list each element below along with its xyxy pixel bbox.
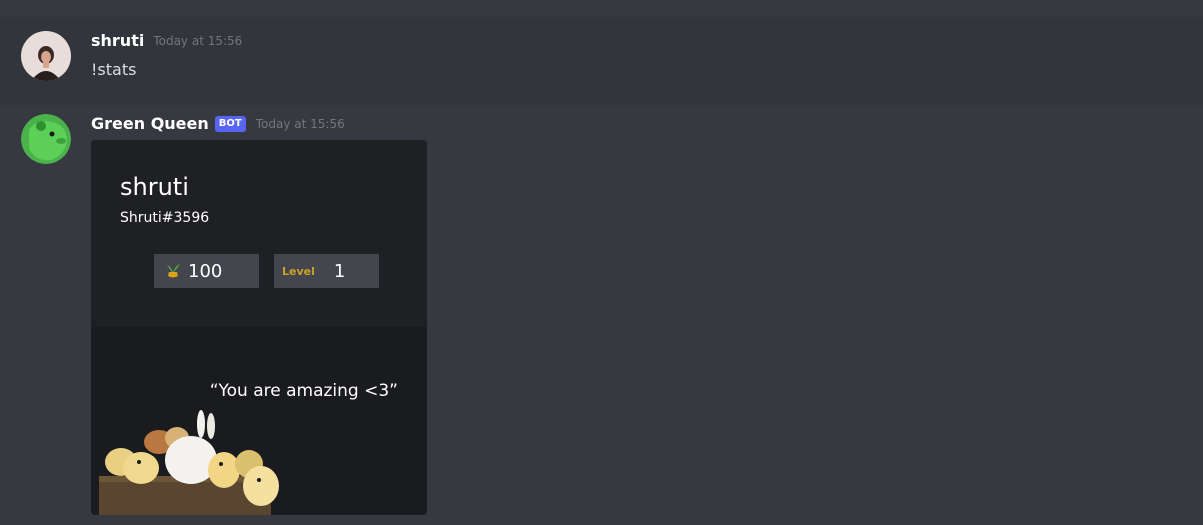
- author-line: shruti Today at 15:56: [91, 31, 242, 51]
- author-line: Green Queen BOT Today at 15:56: [91, 114, 345, 134]
- level-stat: Level 1: [274, 254, 379, 288]
- user-avatar[interactable]: [21, 31, 71, 81]
- bot-avatar[interactable]: [21, 114, 71, 164]
- sprout-coin-icon: [167, 264, 180, 278]
- message-shruti[interactable]: shruti Today at 15:56 !stats: [0, 17, 1203, 105]
- chicks-and-bunny-image: [99, 410, 279, 515]
- chat-messages: shruti Today at 15:56 !stats Green Queen…: [0, 0, 1203, 525]
- level-label: Level: [282, 264, 315, 278]
- author-name[interactable]: Green Queen: [91, 114, 209, 134]
- timestamp: Today at 15:56: [255, 117, 345, 131]
- message-content: !stats: [91, 60, 137, 79]
- stats-card[interactable]: shruti Shruti#3596 100 Level 1 “You are …: [91, 140, 427, 515]
- message-green-queen[interactable]: Green Queen BOT Today at 15:56 shruti Sh…: [0, 105, 1203, 525]
- card-header: shruti Shruti#3596 100 Level 1: [91, 140, 427, 327]
- bot-badge: BOT: [214, 116, 246, 132]
- card-username: shruti: [120, 173, 189, 201]
- coins-stat: 100: [154, 254, 259, 288]
- author-name[interactable]: shruti: [91, 31, 144, 51]
- card-user-tag: Shruti#3596: [120, 210, 210, 226]
- level-value: 1: [333, 260, 346, 282]
- card-quote: “You are amazing <3”: [209, 381, 398, 401]
- timestamp: Today at 15:56: [153, 34, 243, 48]
- coins-value: 100: [188, 260, 223, 282]
